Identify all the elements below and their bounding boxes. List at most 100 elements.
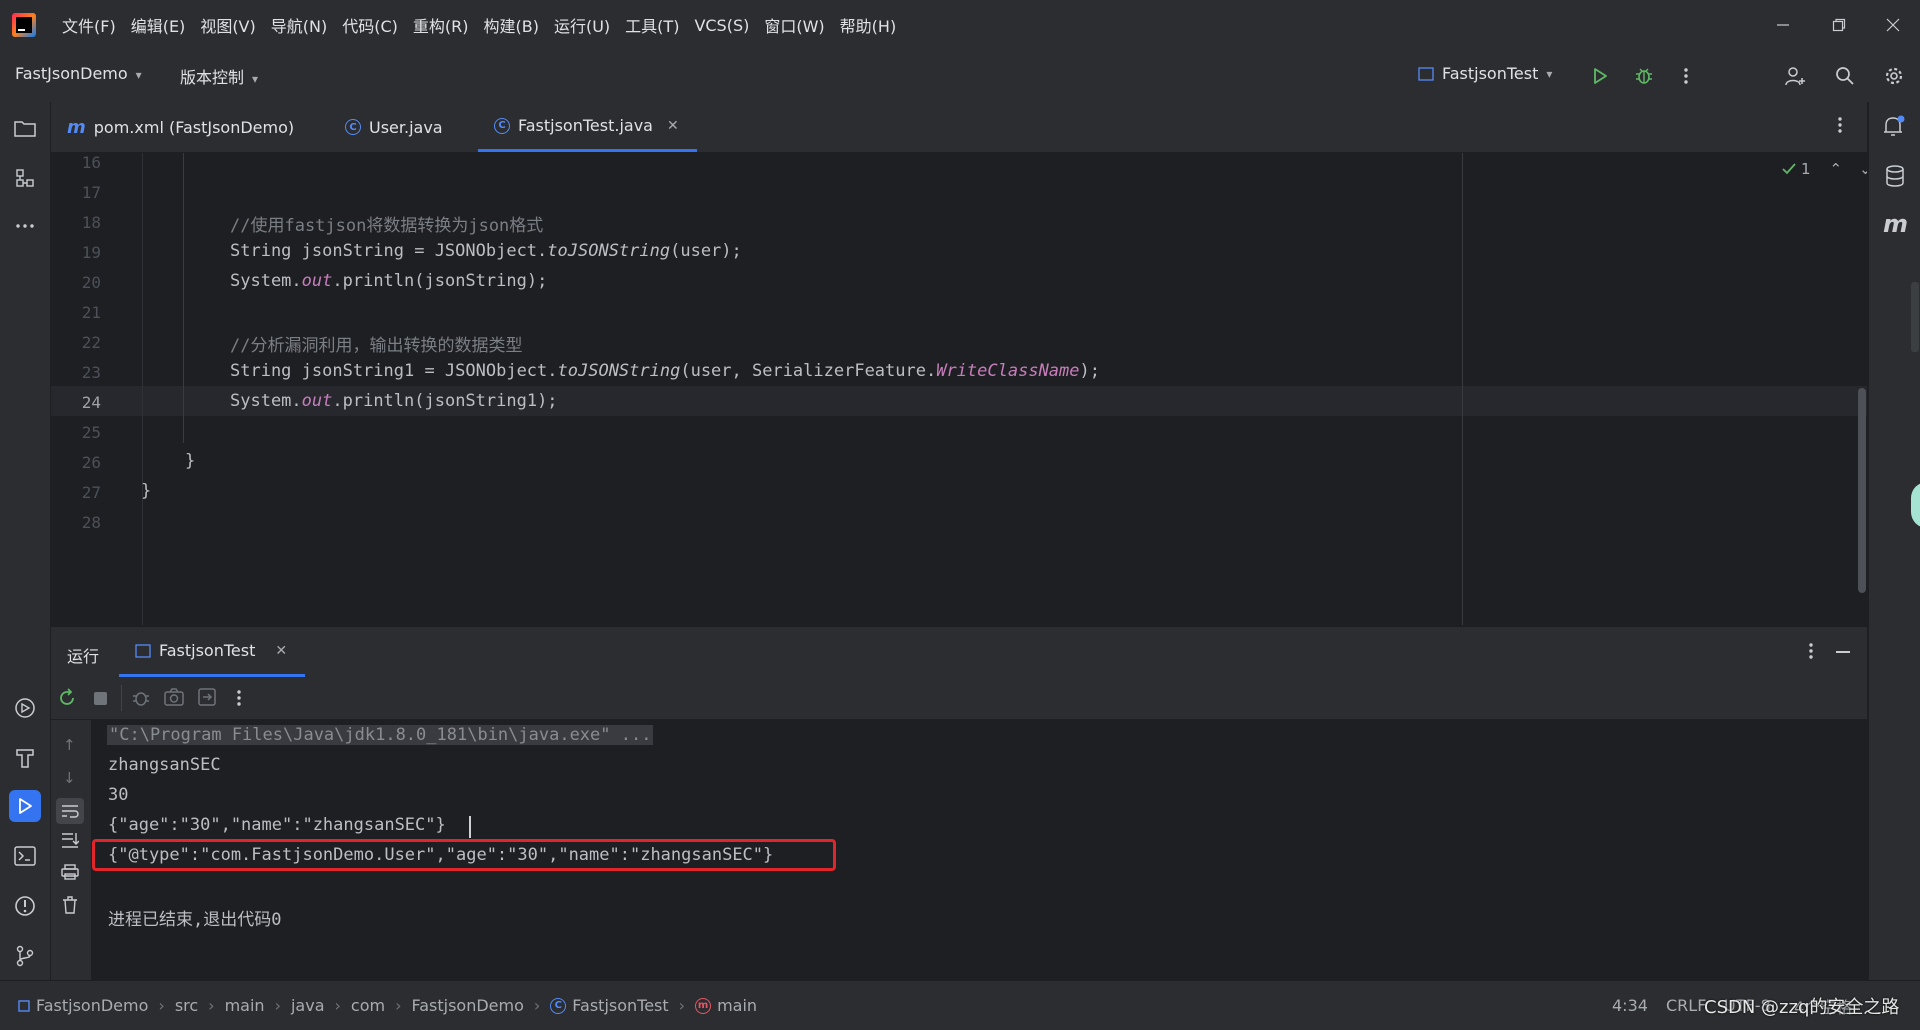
build-tool-button[interactable] (9, 742, 41, 774)
problems-icon (15, 896, 35, 916)
menu-view[interactable]: 视图(V) (200, 13, 255, 37)
project-selector[interactable]: FastJsonDemo ▾ (15, 64, 142, 83)
line-number: 26 (81, 453, 101, 472)
debug-attach-button[interactable] (131, 688, 151, 712)
run-button[interactable] (1584, 60, 1616, 92)
chevron-down-icon[interactable]: ⌄ (1859, 160, 1867, 178)
menu-build[interactable]: 构建(B) (484, 13, 539, 37)
chevron-right-icon: › (678, 996, 686, 1015)
menu-vcs[interactable]: VCS(S) (694, 16, 749, 35)
tabs-more-button[interactable] (1837, 116, 1843, 138)
tab-user-java[interactable]: C User.java (345, 102, 443, 152)
code-token: (user); (670, 241, 742, 261)
run-toolbar-more-button[interactable] (236, 689, 242, 711)
menu-edit[interactable]: 编辑(E) (131, 13, 186, 37)
console-command-line: "C:\Program Files\Java\jdk1.8.0_181\bin\… (107, 725, 654, 745)
stop-icon[interactable] (94, 692, 107, 705)
services-tool-button[interactable] (9, 692, 41, 724)
inspection-count: 1 (1801, 160, 1811, 178)
breadcrumb-item[interactable]: main (717, 996, 757, 1015)
line-separator[interactable]: CRLF (1666, 981, 1706, 1030)
tab-run-fastjsontest[interactable]: FastjsonTest ✕ (119, 627, 305, 677)
project-tool-button[interactable] (9, 112, 41, 144)
breadcrumb-item[interactable]: FastjsonDemo (411, 996, 523, 1015)
arrow-down-icon[interactable]: ↓ (63, 769, 76, 787)
minimize-panel-icon[interactable] (1836, 651, 1850, 653)
line-number: 18 (81, 213, 101, 232)
database-icon (1886, 165, 1904, 187)
arrow-up-icon[interactable]: ↑ (63, 736, 76, 754)
code-line-23: String jsonString1 = JSONObject.toJSONSt… (230, 361, 1100, 381)
rerun-button[interactable] (57, 688, 77, 712)
menu-code[interactable]: 代码(C) (342, 13, 398, 37)
breadcrumb-item[interactable]: FastjsonDemo (36, 996, 148, 1015)
database-tool-button[interactable] (1884, 164, 1906, 192)
menu-file[interactable]: 文件(F) (62, 13, 116, 37)
breadcrumb-item[interactable]: src (175, 996, 198, 1015)
chevron-right-icon: › (158, 996, 165, 1015)
minimize-icon[interactable] (1756, 0, 1810, 50)
line-number: 28 (81, 513, 101, 532)
code-editor[interactable]: 16 17 18 19 20 21 22 23 24 25 26 27 28 /… (51, 153, 1867, 625)
folder-icon (14, 121, 36, 137)
problems-tool-button[interactable] (9, 890, 41, 922)
soft-wrap-button[interactable] (56, 798, 84, 824)
add-user-button[interactable] (1780, 60, 1812, 92)
cursor-position[interactable]: 4:34 (1612, 981, 1648, 1030)
code-token: .println(jsonString1); (332, 391, 558, 411)
run-panel-more-button[interactable] (1808, 642, 1814, 664)
terminal-tool-button[interactable] (9, 840, 41, 872)
exit-button[interactable] (198, 688, 216, 710)
clear-console-button[interactable] (62, 896, 78, 918)
code-token: String jsonString1 = JSONObject. (230, 361, 558, 381)
search-button[interactable] (1829, 60, 1861, 92)
notifications-button[interactable] (1881, 114, 1907, 142)
bug-icon (133, 692, 149, 706)
menu-window[interactable]: 窗口(W) (764, 13, 824, 37)
line-number: 20 (81, 273, 101, 292)
close-tab-icon[interactable]: ✕ (275, 643, 287, 659)
more-vertical-icon (1838, 117, 1842, 133)
run-panel-title: 运行 (67, 647, 100, 666)
more-actions-button[interactable] (1670, 60, 1702, 92)
intellij-logo-icon[interactable] (12, 13, 36, 37)
breadcrumb-item[interactable]: com (351, 996, 385, 1015)
breadcrumb-item[interactable]: FastjsonTest (572, 996, 668, 1015)
menu-help[interactable]: 帮助(H) (840, 13, 897, 37)
maven-icon[interactable]: m (1883, 210, 1908, 238)
git-tool-button[interactable] (9, 940, 41, 972)
vcs-selector[interactable]: 版本控制 ▾ (180, 64, 258, 88)
run-tool-button[interactable] (9, 790, 41, 822)
screenshot-button[interactable] (164, 688, 184, 710)
breadcrumb-item[interactable]: java (291, 996, 325, 1015)
project-name: FastJsonDemo (15, 64, 128, 83)
floating-assistant-tab[interactable] (1911, 482, 1920, 528)
tab-pom-xml[interactable]: m pom.xml (FastJsonDemo) (67, 102, 294, 152)
code-line-19: String jsonString = JSONObject.toJSONStr… (230, 241, 742, 261)
inspection-widget[interactable]: 1 ⌃ ⌄ (1782, 160, 1867, 178)
menu-refactor[interactable]: 重构(R) (413, 13, 469, 37)
run-config-selector[interactable]: FastjsonTest ▾ (1418, 64, 1552, 83)
tab-fastjsontest-java[interactable]: C FastjsonTest.java ✕ (478, 102, 697, 152)
run-config-icon (1418, 66, 1434, 81)
structure-tool-button[interactable] (9, 162, 41, 194)
restore-icon[interactable] (1812, 0, 1866, 50)
check-icon (1782, 163, 1796, 175)
print-button[interactable] (61, 864, 79, 884)
chevron-up-icon[interactable]: ⌃ (1830, 160, 1843, 178)
rerun-icon (60, 688, 74, 705)
debug-button[interactable] (1628, 60, 1660, 92)
settings-button[interactable] (1878, 60, 1910, 92)
menu-run[interactable]: 运行(U) (554, 13, 610, 37)
close-tab-icon[interactable]: ✕ (667, 118, 679, 134)
scroll-to-end-button[interactable] (61, 832, 80, 852)
close-window-icon[interactable] (1866, 0, 1920, 50)
editor-scrollbar[interactable] (1858, 388, 1866, 593)
trash-icon (63, 896, 77, 914)
more-tools-button[interactable] (9, 210, 41, 242)
menu-navigate[interactable]: 导航(N) (271, 13, 327, 37)
console-output[interactable]: "C:\Program Files\Java\jdk1.8.0_181\bin\… (92, 720, 1867, 980)
tab-label: FastjsonTest.java (518, 116, 653, 135)
breadcrumb-item[interactable]: main (225, 996, 265, 1015)
menu-tools[interactable]: 工具(T) (625, 13, 679, 37)
